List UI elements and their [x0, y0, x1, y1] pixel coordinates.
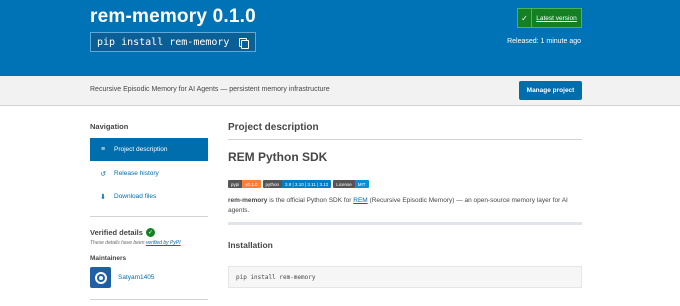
- verified-details-heading: Verified details ✓: [90, 228, 155, 237]
- maintainers-heading: Maintainers: [90, 255, 127, 262]
- pip-command-text: pip install rem-memory: [97, 36, 230, 48]
- header-banner: rem-memory 0.1.0 pip install rem-memory …: [0, 0, 680, 76]
- pypi-badge[interactable]: pypi v0.1.0: [228, 180, 261, 188]
- download-icon: ⬇: [100, 193, 106, 201]
- badge-row: pypi v0.1.0 python 3.9 | 3.10 | 3.11 | 3…: [228, 180, 369, 188]
- summary-bar: Recursive Episodic Memory for AI Agents …: [0, 76, 680, 106]
- badge-label: pypi: [228, 180, 243, 188]
- list-icon: ≡: [100, 146, 106, 153]
- sdk-title: REM Python SDK: [228, 150, 328, 164]
- badge-value: MIT: [354, 180, 369, 188]
- badge-value: 3.9 | 3.10 | 3.11 | 3.12: [282, 180, 332, 188]
- desc-text: is the official Python SDK for: [267, 197, 354, 204]
- verified-note: These details have been verified by PyPI: [90, 240, 181, 246]
- sidebar-divider: [90, 299, 208, 300]
- project-description-heading: Project description: [228, 122, 319, 133]
- sidebar-item-release-history[interactable]: ↺ Release history: [90, 162, 208, 185]
- package-name-bold: rem-memory: [228, 197, 268, 204]
- verified-check-icon: ✓: [145, 228, 155, 237]
- heading-divider: [228, 139, 582, 140]
- badge-label: python: [262, 180, 283, 188]
- badge-label: License: [333, 180, 355, 188]
- latest-version-button[interactable]: ✓ Latest version: [517, 8, 582, 28]
- section-separator: [228, 222, 582, 225]
- badge-value: v0.1.0: [242, 180, 261, 188]
- manage-project-button[interactable]: Manage project: [519, 81, 582, 100]
- avatar[interactable]: [90, 267, 111, 288]
- install-code-block: pip install rem-memory: [228, 266, 582, 288]
- package-title: rem-memory 0.1.0: [90, 6, 256, 27]
- check-icon: ✓: [518, 9, 532, 27]
- released-time: Released: 1 minute ago: [507, 38, 581, 45]
- package-summary: Recursive Episodic Memory for AI Agents …: [90, 86, 330, 93]
- installation-heading: Installation: [228, 240, 273, 250]
- verified-details-label: Verified details: [90, 228, 143, 237]
- install-code-text: pip install rem-memory: [236, 273, 316, 281]
- pip-command-box[interactable]: pip install rem-memory: [90, 32, 257, 52]
- maintainer-link[interactable]: Satyam1405: [118, 274, 155, 281]
- python-badge[interactable]: python 3.9 | 3.10 | 3.11 | 3.12: [262, 180, 332, 188]
- sidebar-item-project-description[interactable]: ≡ Project description: [90, 138, 208, 161]
- latest-version-label: Latest version: [536, 14, 577, 22]
- sidebar-item-label: Project description: [114, 146, 168, 153]
- sidebar-item-label: Release history: [114, 170, 159, 177]
- verified-note-text: These details have been: [90, 240, 146, 246]
- navigation-heading: Navigation: [90, 122, 129, 131]
- rem-link[interactable]: REM: [353, 197, 367, 204]
- sdk-description: rem-memory is the official Python SDK fo…: [228, 196, 582, 216]
- verified-by-pypi-link[interactable]: verified by PyPI: [146, 240, 181, 246]
- user-icon: [94, 271, 107, 284]
- sidebar-item-download-files[interactable]: ⬇ Download files: [90, 185, 208, 208]
- copy-icon[interactable]: [237, 36, 250, 49]
- license-badge[interactable]: License MIT: [333, 180, 369, 188]
- sidebar-divider: [90, 216, 208, 217]
- sidebar-item-label: Download files: [114, 193, 157, 200]
- history-icon: ↺: [100, 170, 106, 178]
